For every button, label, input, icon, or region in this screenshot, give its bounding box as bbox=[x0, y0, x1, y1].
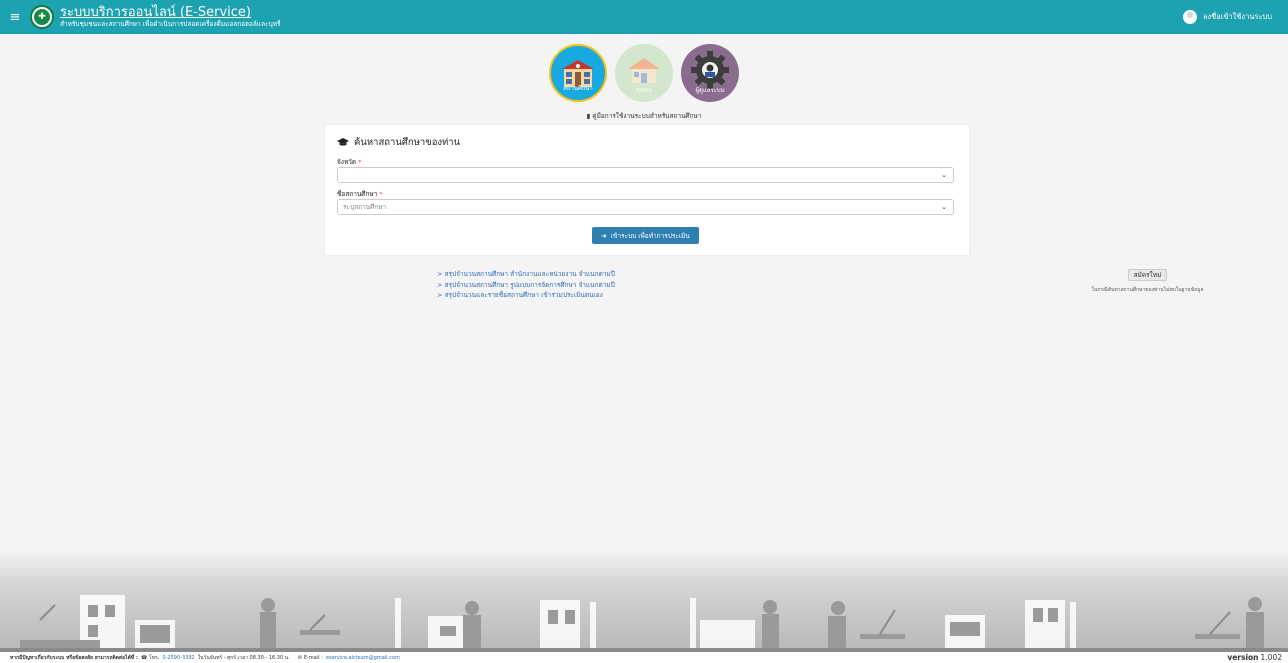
top-navbar: ≡ ✚ ระบบบริการออนไลน์ (E-Service) สำหรับ… bbox=[0, 0, 1288, 34]
enter-system-label: เข้าระบบ เพื่อทำการประเมิน bbox=[610, 231, 690, 240]
version-info: version 1.002 bbox=[1227, 652, 1282, 663]
version-number: 1.002 bbox=[1260, 653, 1282, 662]
phone-icon: ☎ bbox=[140, 654, 148, 661]
school-search-card: ค้นหาสถานศึกษาของท่าน จังหวัด * ⌄ ชื่อสถ… bbox=[325, 125, 969, 255]
role-selector: สถานศึกษา ชุมชน ผู้ดูแลระบบ bbox=[0, 44, 1288, 102]
required-mark: * bbox=[379, 190, 383, 198]
role-community-button[interactable]: ชุมชน bbox=[615, 44, 673, 102]
school-name-label-text: ชื่อสถานศึกษา bbox=[337, 190, 378, 198]
footer-email-prefix: E-mail : bbox=[303, 654, 323, 661]
version-label: version bbox=[1227, 653, 1259, 662]
province-label: จังหวัด * bbox=[337, 157, 361, 167]
menu-icon[interactable]: ≡ bbox=[0, 10, 30, 25]
search-card-title: ค้นหาสถานศึกษาของท่าน bbox=[337, 135, 460, 150]
role-school-button[interactable]: สถานศึกษา bbox=[549, 44, 607, 102]
role-school-label: สถานศึกษา bbox=[563, 85, 593, 92]
footer-problem-text: หากมีปัญหาเกี่ยวกับระบบ หรือข้อสงสัย สาม… bbox=[10, 654, 138, 661]
ministry-logo: ✚ bbox=[30, 5, 54, 29]
book-icon: ▮ bbox=[586, 112, 591, 120]
user-guide-label: คู่มือการใช้งานระบบสำหรับสถานศึกษา bbox=[592, 112, 702, 120]
graduation-cap-icon bbox=[337, 138, 349, 146]
province-select[interactable]: ⌄ bbox=[337, 167, 954, 183]
office-scene-graphic bbox=[20, 595, 1264, 650]
required-mark: * bbox=[358, 158, 362, 166]
register-button[interactable]: สมัครใหม่ bbox=[1128, 269, 1167, 281]
footer-hours: ในวันจันทร์ - ศุกร์ เวลา 08.30 - 16.30 น… bbox=[197, 654, 290, 661]
school-placeholder: ระบุสถานศึกษา bbox=[343, 203, 387, 211]
register-note: ในกรณีค้นหาสถานศึกษาของท่านไม่พบในฐานข้อ… bbox=[1091, 287, 1204, 293]
role-admin-label: ผู้ดูแลระบบ bbox=[695, 87, 725, 94]
envelope-icon: ✉ bbox=[297, 654, 302, 661]
report-link-agencies[interactable]: > สรุปจำนวนสถานศึกษา สำนักงานและหน่วยงาน… bbox=[437, 269, 615, 280]
user-avatar-icon bbox=[1182, 10, 1197, 24]
enter-system-button[interactable]: ➜ เข้าระบบ เพื่อทำการประเมิน bbox=[592, 227, 699, 244]
chevron-down-icon: ⌄ bbox=[941, 203, 947, 211]
chevron-down-icon: ⌄ bbox=[941, 171, 947, 179]
school-name-label: ชื่อสถานศึกษา * bbox=[337, 189, 383, 199]
login-label: ลงชื่อเข้าใช้งานระบบ bbox=[1202, 12, 1272, 21]
footer: หากมีปัญหาเกี่ยวกับระบบ หรือข้อสงสัย สาม… bbox=[0, 652, 1288, 663]
footer-phone-link[interactable]: 0-2590-3392 bbox=[162, 655, 194, 661]
role-admin-button[interactable]: ผู้ดูแลระบบ bbox=[681, 44, 739, 102]
office-illustration bbox=[0, 550, 1288, 652]
app-subtitle: สำหรับชุมชนและสถานศึกษา เพื่อดำเนินการปล… bbox=[60, 19, 281, 28]
report-link-self-assessment[interactable]: > สรุปจำนวนและรายชื่อสถานศึกษา เข้าร่วมป… bbox=[437, 290, 615, 301]
sign-in-icon: ➜ bbox=[601, 231, 607, 240]
footer-email-link[interactable]: eservice.alcteam@gmail.com bbox=[326, 655, 400, 661]
user-guide-link[interactable]: ▮ คู่มือการใช้งานระบบสำหรับสถานศึกษา bbox=[0, 111, 1288, 121]
province-label-text: จังหวัด bbox=[337, 158, 357, 166]
search-title-text: ค้นหาสถานศึกษาของท่าน bbox=[354, 137, 461, 148]
login-link[interactable]: ลงชื่อเข้าใช้งานระบบ bbox=[1182, 0, 1272, 34]
house-icon bbox=[628, 58, 660, 83]
report-links: > สรุปจำนวนสถานศึกษา สำนักงานและหน่วยงาน… bbox=[437, 269, 615, 301]
brand[interactable]: ระบบบริการออนไลน์ (E-Service) สำหรับชุมช… bbox=[60, 5, 281, 28]
app-title[interactable]: ระบบบริการออนไลน์ (E-Service) bbox=[60, 5, 280, 20]
school-select[interactable]: ระบุสถานศึกษา ⌄ bbox=[337, 199, 954, 215]
report-link-education-format[interactable]: > สรุปจำนวนสถานศึกษา รูปแบบการจัดการศึกษ… bbox=[437, 280, 615, 291]
footer-phone-prefix: โทร. bbox=[149, 654, 160, 661]
role-community-label: ชุมชน bbox=[635, 87, 653, 94]
gear-icon bbox=[691, 51, 729, 89]
